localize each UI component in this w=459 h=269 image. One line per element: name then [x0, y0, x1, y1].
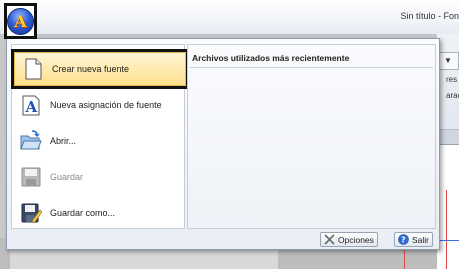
new-page-icon: [22, 58, 44, 80]
baseline-guide: [437, 240, 459, 241]
menu-item-label: Guardar como...: [50, 208, 116, 218]
menu-item-label: Nueva asignación de fuente: [50, 100, 162, 110]
menu-item-label: Abrir...: [50, 136, 77, 146]
svg-text:?: ?: [401, 236, 406, 245]
ribbon-label-1: res: [446, 75, 458, 84]
menu-item-label: Guardar: [50, 172, 84, 182]
help-circle-icon: ?: [398, 234, 409, 245]
menu-item-new-font-map[interactable]: A Nueva asignación de fuente: [12, 87, 184, 123]
menu-item-open[interactable]: Abrir...: [12, 123, 184, 159]
ribbon-label-2: aract: [446, 91, 459, 100]
guide-line: [446, 190, 447, 269]
save-as-icon: [20, 202, 43, 224]
menu-item-save[interactable]: Guardar: [12, 159, 184, 195]
open-folder-icon: [20, 130, 42, 152]
recent-files-header: Archivos utilizados más recientemente: [192, 53, 350, 63]
exit-label: Salir: [412, 234, 430, 245]
svg-text:A: A: [25, 98, 38, 116]
exit-button[interactable]: ? Salir: [394, 232, 434, 247]
title-bar: Sin título - Fon: [0, 0, 459, 35]
menu-item-save-as[interactable]: Guardar como...: [12, 195, 184, 231]
application-menu: Crear nueva fuente A Nueva asignación de…: [6, 38, 440, 250]
options-label: Opciones: [338, 234, 374, 245]
recent-files-panel: Archivos utilizados más recientemente: [187, 44, 436, 229]
divider: [190, 67, 433, 68]
font-map-icon: A: [20, 94, 42, 116]
options-icon: [324, 234, 335, 245]
menu-footer: Opciones ? Salir: [11, 232, 437, 247]
options-button[interactable]: Opciones: [320, 232, 378, 247]
menu-item-new-font[interactable]: Crear nueva fuente: [11, 49, 189, 89]
app-orb-icon: A: [7, 7, 34, 35]
ribbon-dropdown-button[interactable]: ▼: [437, 52, 459, 70]
app-orb-letter: A: [14, 11, 27, 31]
window-title: Sin título - Fon: [400, 11, 459, 21]
save-icon: [20, 166, 42, 188]
application-button[interactable]: A: [4, 3, 37, 39]
ruler-strip: [437, 130, 459, 145]
menu-commands: Crear nueva fuente A Nueva asignación de…: [11, 44, 189, 231]
